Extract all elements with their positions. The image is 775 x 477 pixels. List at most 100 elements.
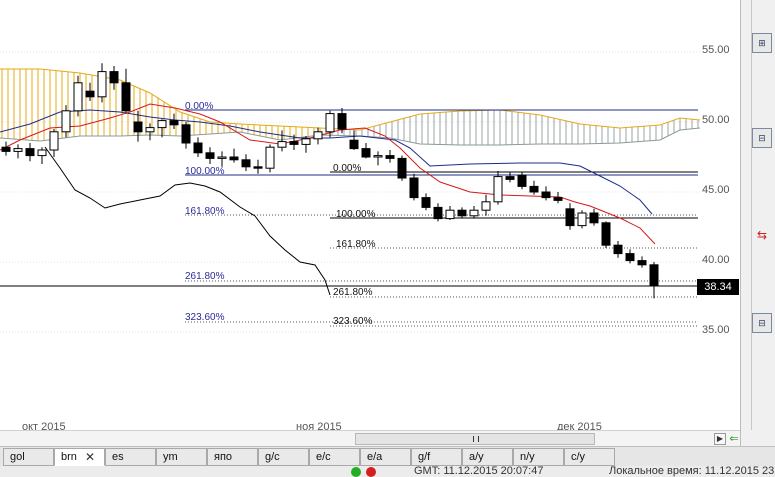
candle-body xyxy=(469,209,479,217)
candle-body xyxy=(301,138,311,145)
x-tick-label: окт 2015 xyxy=(22,421,66,430)
candle-body xyxy=(397,157,407,179)
candle-body xyxy=(325,113,335,133)
fib-level-label: 161.80% xyxy=(336,239,376,250)
candle-body xyxy=(589,212,599,224)
fib-level-label: 261.80% xyxy=(185,271,225,282)
candle-body xyxy=(385,155,395,159)
zoom-out-icon[interactable]: ⊟ xyxy=(752,128,772,148)
fib-level-label: 161.80% xyxy=(185,206,225,217)
candle-body xyxy=(265,146,275,169)
candle-body xyxy=(241,159,251,168)
y-tick-label: 55.00 xyxy=(702,44,730,56)
gmt-time: GMT: 11.12.2015 20:07:47 xyxy=(414,466,544,477)
candle-body xyxy=(433,206,443,220)
candle-body xyxy=(37,149,47,157)
candle-body xyxy=(601,222,611,246)
scroll-thumb[interactable] xyxy=(355,433,595,445)
candle-body xyxy=(349,139,359,150)
tab-e-a[interactable]: e/a xyxy=(360,448,411,466)
fib-level-label: 100.00% xyxy=(185,166,225,177)
candle-body xyxy=(481,201,491,211)
candle-body xyxy=(25,148,35,157)
candle-body xyxy=(445,209,455,220)
candle-body xyxy=(493,176,503,203)
candle-body xyxy=(289,141,299,145)
candle-body xyxy=(409,177,419,199)
candle-body xyxy=(577,212,587,227)
symbol-tabs: gol brn ✕ es ym япо g/c e/c e/a g/f a/y n… xyxy=(0,446,775,467)
y-tick-label: 50.00 xyxy=(702,114,730,126)
y-tick-label: 45.00 xyxy=(702,184,730,196)
tab-e-c[interactable]: e/c xyxy=(309,448,360,466)
price-chart[interactable]: 0.00% 100.00% 161.80% 261.80% 323.60% 0.00% 10… xyxy=(0,0,740,430)
candle-body xyxy=(649,264,659,286)
fit-icon[interactable]: ⊟ xyxy=(752,313,772,333)
local-time: Локальное время: 11.12.2015 23:07:47 xyxy=(609,466,775,477)
candle-body xyxy=(193,142,203,154)
candle-body xyxy=(121,82,131,112)
candle-body xyxy=(361,148,371,158)
candle-body xyxy=(109,71,119,84)
candle-body xyxy=(13,148,23,152)
fib-level-label: 0.00% xyxy=(333,163,361,174)
candle-body xyxy=(85,90,95,98)
fib-level-label: 323.60% xyxy=(333,316,373,327)
swap-arrows-icon[interactable]: ⇆ xyxy=(752,225,772,245)
candle-body xyxy=(529,185,539,193)
close-icon[interactable]: ✕ xyxy=(85,449,95,465)
fib-level-label: 100.00% xyxy=(336,209,376,220)
candle-body xyxy=(169,120,179,126)
candle-body xyxy=(553,197,563,201)
horizontal-scrollbar[interactable]: ▶ ⇐ xyxy=(0,430,740,447)
candle-body xyxy=(157,120,167,129)
right-divider xyxy=(751,0,752,430)
candle-body xyxy=(637,260,647,266)
candle-body xyxy=(1,146,11,152)
tab-c-y[interactable]: c/y xyxy=(564,448,615,466)
candle-body xyxy=(313,131,323,140)
connection-status-icon xyxy=(351,467,361,477)
chart-area[interactable]: 0.00% 100.00% 161.80% 261.80% 323.60% 0.00% 10… xyxy=(0,0,740,430)
candle-body xyxy=(613,244,623,255)
right-toolbar xyxy=(740,0,775,447)
candle-body xyxy=(277,141,287,148)
tab-g-c[interactable]: g/c xyxy=(258,448,309,466)
candle-body xyxy=(217,156,227,159)
tab-n-y[interactable]: n/y xyxy=(513,448,564,466)
tab-es[interactable]: es xyxy=(105,448,156,466)
candle-body xyxy=(505,176,515,180)
candle-body xyxy=(565,208,575,227)
last-price-tag: 38.34 xyxy=(697,279,739,295)
candle-body xyxy=(181,124,191,144)
alert-status-icon xyxy=(366,467,376,477)
candle-body xyxy=(625,253,635,262)
tab-yapo[interactable]: япо xyxy=(207,448,258,466)
zoom-in-icon[interactable]: ⊞ xyxy=(752,33,772,53)
candle-body xyxy=(49,131,59,151)
candle-body xyxy=(253,166,263,169)
scroll-right-arrow-icon[interactable]: ▶ xyxy=(714,433,726,445)
fib-level-label: 0.00% xyxy=(185,101,213,112)
go-to-end-icon[interactable]: ⇐ xyxy=(728,432,740,446)
candle-body xyxy=(541,191,551,199)
y-tick-label: 35.00 xyxy=(702,324,730,336)
tab-ym[interactable]: ym xyxy=(156,448,207,466)
candle-body xyxy=(229,156,239,161)
tab-brn[interactable]: brn ✕ xyxy=(54,448,105,466)
tab-g-f[interactable]: g/f xyxy=(411,448,462,466)
tab-gol[interactable]: gol xyxy=(3,448,54,466)
fib-level-label: 323.60% xyxy=(185,312,225,323)
x-tick-label: дек 2015 xyxy=(557,421,602,430)
candle-body xyxy=(421,197,431,208)
candle-body xyxy=(205,152,215,159)
candle-body xyxy=(145,127,155,133)
candle-body xyxy=(337,113,347,130)
candle-body xyxy=(97,71,107,98)
tab-a-y[interactable]: a/y xyxy=(462,448,513,466)
candle-body xyxy=(73,82,83,112)
status-bar: GMT: 11.12.2015 20:07:47 Локальное время… xyxy=(0,466,775,477)
candle-body xyxy=(61,110,71,133)
y-tick-label: 40.00 xyxy=(702,254,730,266)
fib-level-label: 261.80% xyxy=(333,287,373,298)
